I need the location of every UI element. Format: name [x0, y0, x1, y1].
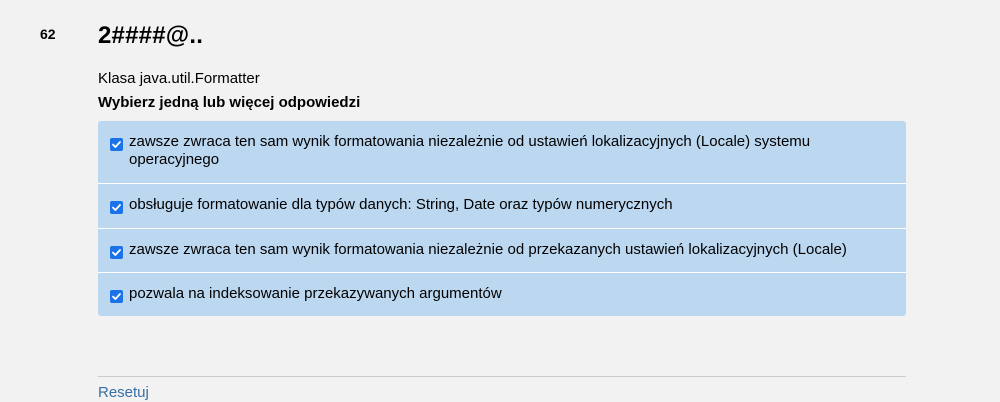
checkbox-checked-icon[interactable]: [110, 290, 123, 303]
question-number: 62: [40, 26, 56, 42]
answer-option-3[interactable]: zawsze zwraca ten sam wynik formatowania…: [98, 229, 906, 273]
checkbox-checked-icon[interactable]: [110, 138, 123, 151]
answer-option-1[interactable]: zawsze zwraca ten sam wynik formatowania…: [98, 121, 906, 184]
answer-label: pozwala na indeksowanie przekazywanych a…: [129, 285, 502, 302]
reset-link[interactable]: Resetuj: [98, 384, 149, 401]
answer-list: zawsze zwraca ten sam wynik formatowania…: [98, 121, 906, 316]
answer-label: obsługuje formatowanie dla typów danych:…: [129, 196, 673, 213]
answer-option-4[interactable]: pozwala na indeksowanie przekazywanych a…: [98, 273, 906, 316]
checkbox-checked-icon[interactable]: [110, 246, 123, 259]
question-instruction: Wybierz jedną lub więcej odpowiedzi: [98, 94, 361, 111]
question-title: 2####@..: [98, 22, 204, 49]
footer-divider: [98, 376, 906, 377]
answer-option-2[interactable]: obsługuje formatowanie dla typów danych:…: [98, 184, 906, 229]
quiz-page: 62 2####@.. Klasa java.util.Formatter Wy…: [0, 0, 1000, 402]
answer-label: zawsze zwraca ten sam wynik formatowania…: [129, 241, 847, 258]
answer-label: zawsze zwraca ten sam wynik formatowania…: [129, 133, 811, 168]
question-text: Klasa java.util.Formatter: [98, 70, 260, 87]
checkbox-checked-icon[interactable]: [110, 201, 123, 214]
